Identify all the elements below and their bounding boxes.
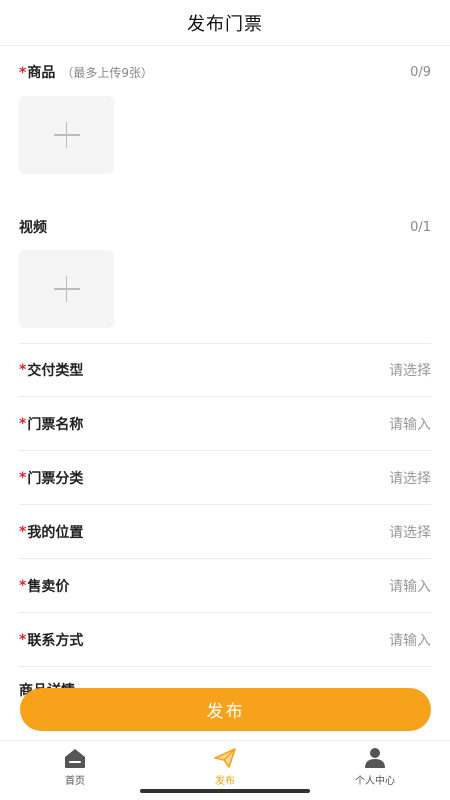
row-placeholder: 请选择 bbox=[389, 470, 431, 487]
row-label: 我的位置 bbox=[27, 524, 84, 541]
tab-home[interactable]: 首页 bbox=[0, 741, 150, 800]
person-icon bbox=[365, 748, 385, 768]
row-placeholder: 请输入 bbox=[389, 578, 431, 595]
row-label: 售卖价 bbox=[27, 578, 70, 595]
home-icon bbox=[65, 749, 85, 768]
video-count: 0/1 bbox=[410, 219, 431, 235]
required-mark: * bbox=[19, 361, 27, 378]
tab-profile[interactable]: 个人中心 bbox=[300, 741, 450, 800]
required-mark: * bbox=[19, 523, 27, 540]
required-mark: * bbox=[19, 415, 27, 432]
goods-label: 商品 bbox=[27, 65, 56, 81]
required-mark: * bbox=[19, 65, 27, 81]
plus-icon bbox=[53, 276, 80, 302]
row-label: 交付类型 bbox=[27, 362, 84, 379]
required-mark: * bbox=[19, 631, 27, 648]
row-label: 门票分类 bbox=[27, 470, 84, 487]
row-placeholder: 请输入 bbox=[389, 416, 431, 433]
form-row-my-location[interactable]: * 我的位置 请选择 bbox=[19, 505, 431, 559]
tab-label: 个人中心 bbox=[355, 776, 395, 787]
row-label: 门票名称 bbox=[27, 416, 84, 433]
form-row-contact[interactable]: * 联系方式 请输入 bbox=[19, 613, 431, 667]
publish-button[interactable]: 发布 bbox=[20, 688, 431, 731]
goods-section-header: * 商品 （最多上传9张） 0/9 bbox=[19, 62, 431, 82]
plus-icon bbox=[53, 122, 80, 148]
goods-hint: （最多上传9张） bbox=[61, 66, 153, 80]
required-mark: * bbox=[19, 469, 27, 486]
form-row-ticket-name[interactable]: * 门票名称 请输入 bbox=[19, 397, 431, 451]
page-title: 发布门票 bbox=[187, 13, 263, 35]
row-placeholder: 请输入 bbox=[389, 632, 431, 649]
video-upload-button[interactable] bbox=[19, 250, 114, 328]
form-row-delivery-type[interactable]: * 交付类型 请选择 bbox=[19, 343, 431, 397]
tab-label: 首页 bbox=[65, 776, 85, 787]
tab-label: 发布 bbox=[215, 776, 235, 787]
form-row-ticket-category[interactable]: * 门票分类 请选择 bbox=[19, 451, 431, 505]
form-row-price[interactable]: * 售卖价 请输入 bbox=[19, 559, 431, 613]
goods-count: 0/9 bbox=[410, 64, 431, 80]
paper-plane-icon bbox=[214, 748, 236, 768]
row-placeholder: 请选择 bbox=[389, 362, 431, 379]
required-mark: * bbox=[19, 577, 27, 594]
row-placeholder: 请选择 bbox=[389, 524, 431, 541]
page-header: 发布门票 bbox=[0, 0, 450, 46]
video-label: 视频 bbox=[19, 220, 47, 236]
home-indicator bbox=[140, 789, 310, 793]
row-label: 联系方式 bbox=[27, 632, 84, 649]
video-section-header: 视频 0/1 bbox=[19, 217, 431, 237]
goods-upload-button[interactable] bbox=[19, 96, 114, 174]
